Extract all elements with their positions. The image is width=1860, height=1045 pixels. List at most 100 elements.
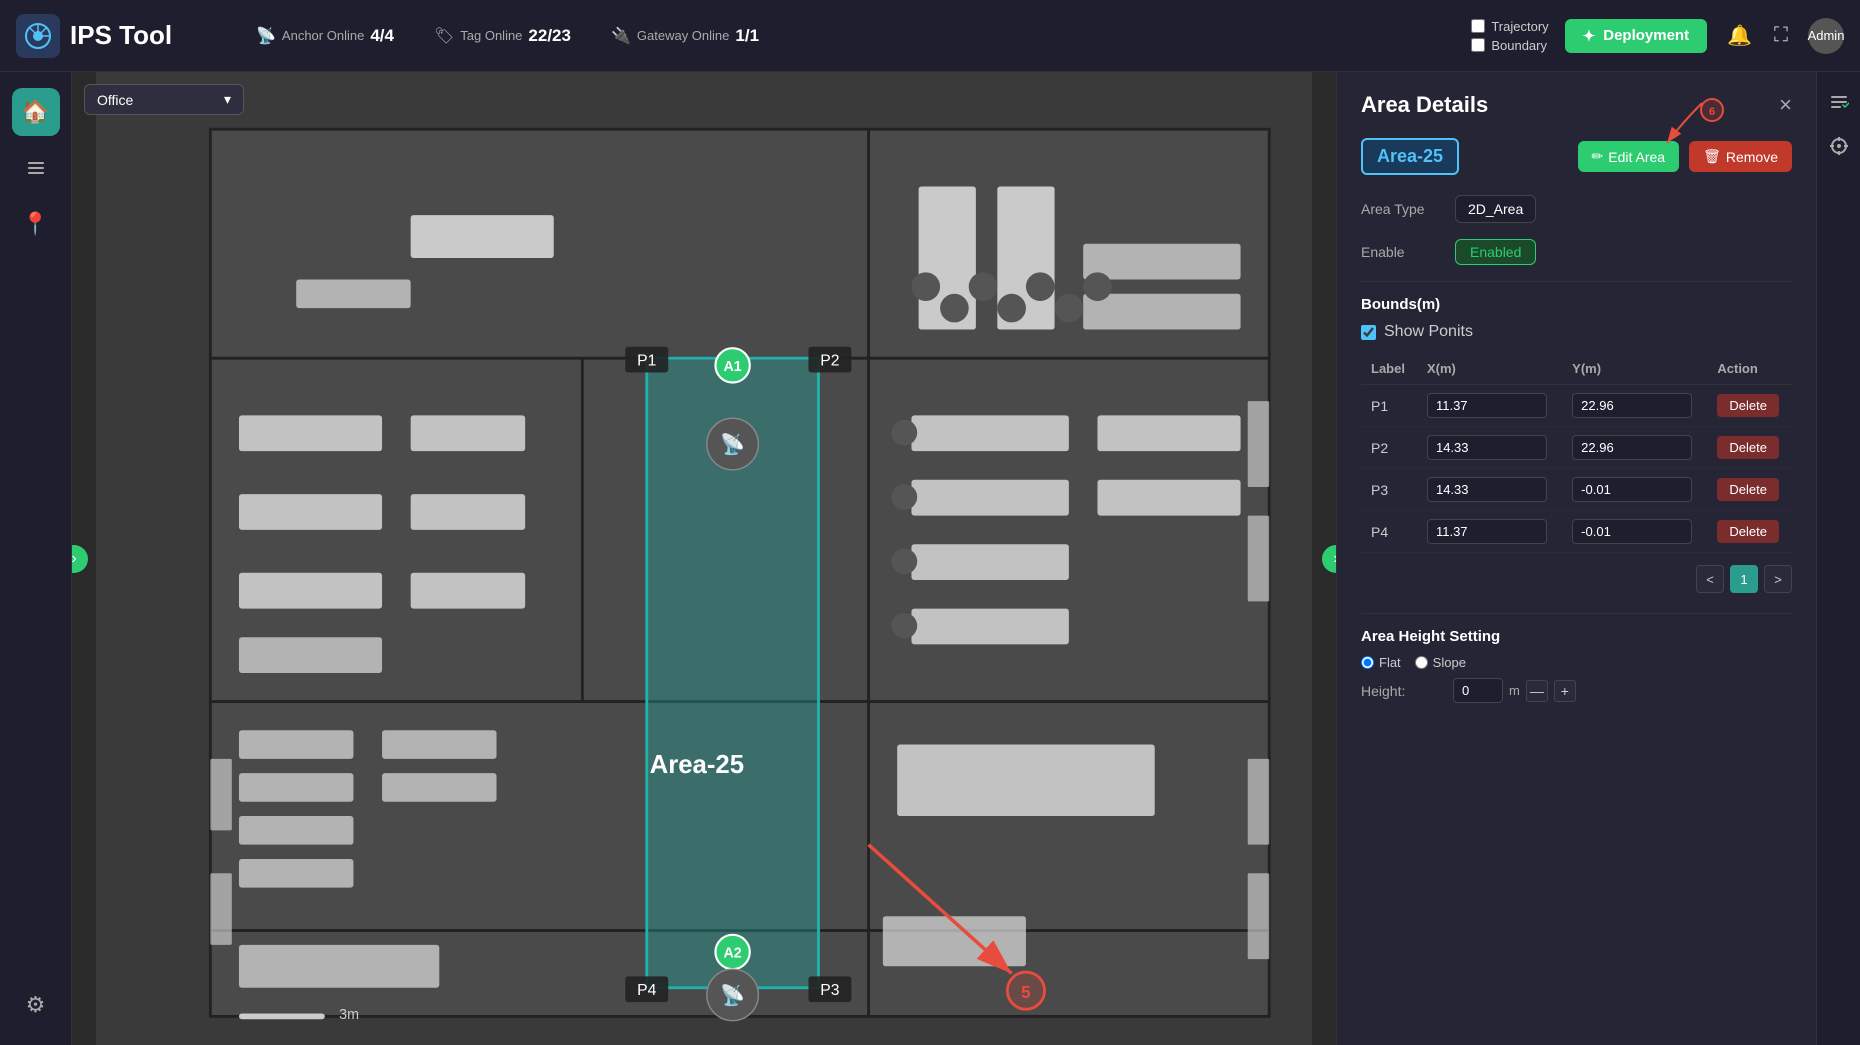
bounds-table: Label X(m) Y(m) Action P1 Delete P2 Dele… — [1361, 353, 1792, 553]
point-y-input[interactable] — [1572, 519, 1692, 544]
flat-label: Flat — [1379, 655, 1401, 670]
boundary-label: Boundary — [1491, 38, 1547, 53]
tag-stat: 🏷 Tag Online 22/23 — [434, 26, 571, 46]
flat-radio[interactable] — [1361, 656, 1374, 669]
trajectory-checkbox-item[interactable]: Trajectory — [1471, 19, 1548, 34]
delete-point-button[interactable]: Delete — [1717, 520, 1779, 543]
anchor-stat: 📡 Anchor Online 4/4 — [256, 26, 394, 46]
gateway-icon: 🔌 — [611, 26, 631, 46]
svg-text:Area-25: Area-25 — [650, 751, 744, 779]
col-label: Label — [1361, 353, 1417, 385]
svg-text:P2: P2 — [820, 352, 839, 369]
show-points-label: Show Ponits — [1384, 323, 1473, 341]
area-name-display: Area-25 — [1361, 138, 1459, 175]
point-label: P4 — [1361, 511, 1417, 553]
pagination-next[interactable]: > — [1764, 565, 1792, 593]
panel-close-button[interactable]: × — [1779, 92, 1792, 118]
show-points-row[interactable]: Show Ponits — [1361, 323, 1792, 341]
point-action: Delete — [1707, 385, 1792, 427]
logo-icon — [16, 14, 60, 58]
delete-point-button[interactable]: Delete — [1717, 478, 1779, 501]
floor-selector[interactable]: Office ▾ — [84, 84, 244, 115]
map-area: Office ▾ › — [72, 72, 1336, 1045]
deployment-icon: ✦ — [1583, 27, 1596, 45]
pagination-prev[interactable]: < — [1696, 565, 1724, 593]
point-label: P3 — [1361, 469, 1417, 511]
divider-1 — [1361, 281, 1792, 282]
table-row: P1 Delete — [1361, 385, 1792, 427]
sidebar-item-home[interactable]: 🏠 — [12, 88, 60, 136]
point-y-input[interactable] — [1572, 393, 1692, 418]
table-row: P4 Delete — [1361, 511, 1792, 553]
point-y-input[interactable] — [1572, 477, 1692, 502]
height-plus-button[interactable]: + — [1554, 680, 1576, 702]
delete-point-button[interactable]: Delete — [1717, 394, 1779, 417]
svg-text:A1: A1 — [723, 359, 741, 375]
slope-radio-item[interactable]: Slope — [1415, 655, 1466, 670]
svg-text:A2: A2 — [723, 946, 741, 962]
table-row: P3 Delete — [1361, 469, 1792, 511]
point-label: P1 — [1361, 385, 1417, 427]
flat-radio-item[interactable]: Flat — [1361, 655, 1401, 670]
anchor-icon: 📡 — [256, 26, 276, 46]
height-type-radio-group: Flat Slope — [1361, 655, 1792, 670]
deployment-button[interactable]: ✦ Deployment — [1565, 19, 1707, 53]
sidebar-item-list[interactable] — [12, 144, 60, 192]
height-minus-button[interactable]: — — [1526, 680, 1548, 702]
point-x-input[interactable] — [1427, 519, 1547, 544]
svg-text:5: 5 — [1021, 982, 1031, 1002]
point-x-input[interactable] — [1427, 393, 1547, 418]
point-x-input[interactable] — [1427, 435, 1547, 460]
sidebar: 🏠 📍 ⚙ — [0, 72, 72, 1045]
right-tool-1[interactable] — [1821, 84, 1857, 120]
point-action: Delete — [1707, 427, 1792, 469]
app-title: IPS Tool — [70, 20, 172, 51]
point-action: Delete — [1707, 511, 1792, 553]
user-avatar[interactable]: Admin — [1808, 18, 1844, 54]
enable-label: Enable — [1361, 244, 1441, 260]
floor-plan-svg: Area-25 P1 P2 A1 📡 P4 P3 — [72, 72, 1336, 1045]
map-options: Trajectory Boundary — [1471, 19, 1548, 53]
fullscreen-button[interactable]: ⛶ — [1770, 20, 1792, 51]
svg-text:P3: P3 — [820, 982, 839, 999]
table-pagination: < 1 > — [1361, 565, 1792, 593]
pagination-page-1[interactable]: 1 — [1730, 565, 1758, 593]
height-section-title: Area Height Setting — [1361, 628, 1792, 645]
floor-value: Office — [97, 92, 133, 108]
map-toolbar: Office ▾ — [84, 84, 244, 115]
panel-title: Area Details — [1361, 92, 1488, 118]
trajectory-checkbox[interactable] — [1471, 19, 1485, 33]
height-input-group: m — + — [1453, 678, 1576, 703]
slope-label: Slope — [1433, 655, 1466, 670]
height-unit: m — [1509, 683, 1520, 698]
header-right: Trajectory Boundary ✦ Deployment 🔔 ⛶ Adm… — [1471, 18, 1844, 54]
point-x — [1417, 511, 1562, 553]
right-tool-2[interactable] — [1821, 128, 1857, 164]
area-type-value: 2D_Area — [1455, 195, 1536, 223]
boundary-checkbox-item[interactable]: Boundary — [1471, 38, 1548, 53]
point-x — [1417, 427, 1562, 469]
point-y-input[interactable] — [1572, 435, 1692, 460]
height-input[interactable] — [1453, 678, 1503, 703]
point-y — [1562, 511, 1707, 553]
svg-text:6: 6 — [1709, 106, 1715, 118]
show-points-checkbox[interactable] — [1361, 325, 1376, 340]
point-x-input[interactable] — [1427, 477, 1547, 502]
svg-text:📡: 📡 — [720, 431, 745, 456]
point-label: P2 — [1361, 427, 1417, 469]
chevron-down-icon: ▾ — [224, 91, 231, 108]
logo-area: IPS Tool — [16, 14, 216, 58]
point-y — [1562, 385, 1707, 427]
sidebar-item-location[interactable]: 📍 — [12, 200, 60, 248]
notification-button[interactable]: 🔔 — [1723, 19, 1756, 52]
svg-text:P1: P1 — [637, 352, 656, 369]
boundary-checkbox[interactable] — [1471, 38, 1485, 52]
height-input-row: Height: m — + — [1361, 678, 1792, 703]
point-action: Delete — [1707, 469, 1792, 511]
delete-point-button[interactable]: Delete — [1717, 436, 1779, 459]
height-label: Height: — [1361, 683, 1441, 699]
main-layout: 🏠 📍 ⚙ Office ▾ › — [0, 72, 1860, 1045]
slope-radio[interactable] — [1415, 656, 1428, 669]
area-name-row: Area-25 ✏ Edit Area 🗑 Remove — [1361, 138, 1792, 175]
sidebar-settings[interactable]: ⚙ — [12, 981, 60, 1029]
